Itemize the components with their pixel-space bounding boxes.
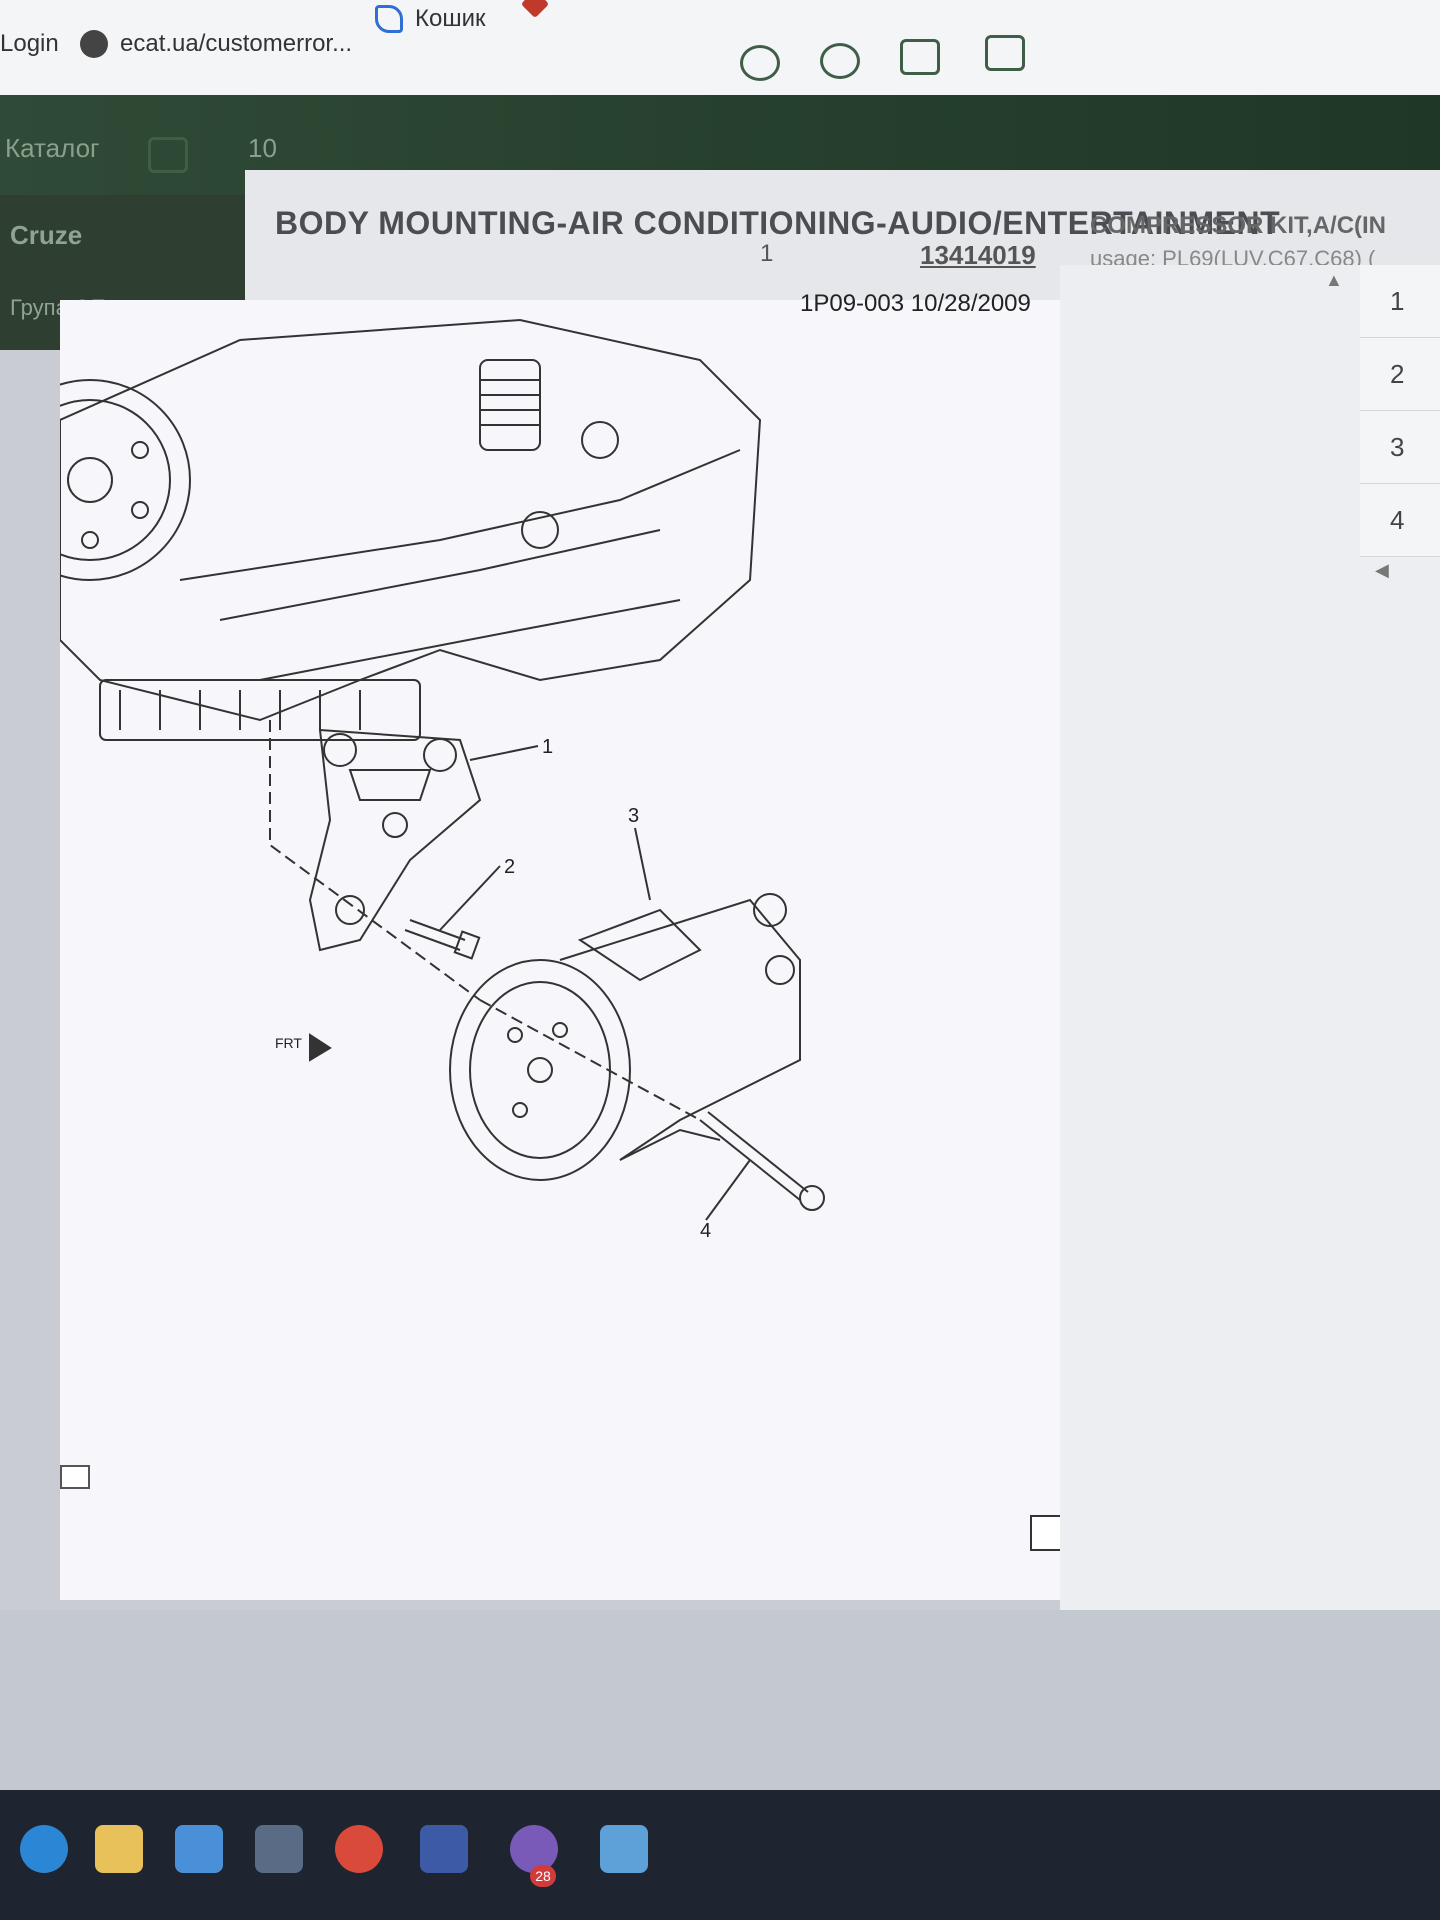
parts-list-panel: ▲ 1 2 3 4 ◀ (1060, 265, 1440, 1610)
part-index: 1 (760, 240, 774, 267)
list-item[interactable]: 3 (1360, 411, 1440, 484)
cart-icon[interactable] (985, 35, 1025, 71)
callout-2[interactable]: 2 (504, 856, 515, 879)
front-label: FRT (275, 1035, 302, 1051)
nav-count: 10 (248, 133, 277, 163)
parts-list: 1 2 3 4 (1360, 265, 1440, 557)
files-icon[interactable] (600, 1825, 648, 1873)
callout-3[interactable]: 3 (628, 805, 639, 828)
exploded-view-drawing (60, 318, 825, 1221)
store-icon[interactable] (175, 1825, 223, 1873)
cart-icon (375, 5, 403, 33)
list-item[interactable]: 4 (1360, 484, 1440, 557)
notification-badge: 28 (530, 1865, 556, 1887)
bookmark-label: ecat.ua/customerror... (120, 30, 353, 57)
settings-icon[interactable] (820, 43, 860, 79)
list-item[interactable]: 2 (1360, 338, 1440, 411)
folder-icon[interactable] (95, 1825, 143, 1873)
list-item[interactable]: 1 (1360, 265, 1440, 338)
play-icon[interactable] (60, 1465, 90, 1489)
scroll-left-icon[interactable]: ◀ (1375, 560, 1389, 581)
search-icon[interactable] (740, 45, 780, 81)
bookmark-login[interactable]: Login (0, 30, 59, 58)
close-icon[interactable] (640, 65, 674, 95)
taskbar: 28 (0, 1790, 1440, 1920)
parts-diagram[interactable]: 1P09-003 10/28/2009 1 2 3 4 FRT (60, 290, 1062, 1600)
bookmarks-bar: Login ecat.ua/customerror... Кошик (0, 0, 1440, 96)
car-icon[interactable] (148, 137, 188, 173)
chrome-icon[interactable] (335, 1825, 383, 1873)
part-number-link[interactable]: 13414019 (920, 240, 1036, 271)
callout-4[interactable]: 4 (700, 1220, 711, 1243)
scroll-up-icon[interactable]: ▲ (1325, 270, 1343, 291)
garage-icon[interactable] (900, 39, 940, 75)
bookmark-label: Login (0, 30, 59, 57)
document-icon[interactable] (1030, 1515, 1062, 1551)
bookmark-label: Кошик (415, 5, 486, 32)
app-icon[interactable] (420, 1825, 468, 1873)
globe-icon (80, 30, 108, 58)
bookmark-ecat[interactable]: ecat.ua/customerror... (80, 30, 352, 58)
mail-icon[interactable] (255, 1825, 303, 1873)
sidebar-item-model[interactable]: Cruze (10, 220, 82, 251)
callout-1[interactable]: 1 (542, 736, 553, 759)
extension-icon[interactable] (520, 0, 550, 19)
edge-icon[interactable] (20, 1825, 68, 1873)
part-name: COMPRESSOR KIT,A/C(IN (1090, 212, 1387, 239)
bookmark-cart[interactable]: Кошик (375, 5, 486, 33)
catalog-nav[interactable]: Каталог (5, 133, 100, 164)
desktop-background (0, 1610, 1440, 1790)
